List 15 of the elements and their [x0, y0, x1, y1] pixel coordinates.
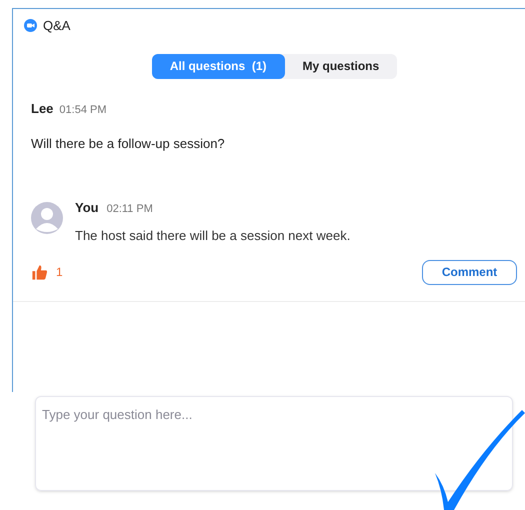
avatar-icon: [31, 202, 63, 234]
answer-text: The host said there will be a session next week.: [75, 227, 350, 245]
comment-button[interactable]: Comment: [422, 260, 517, 284]
timestamp: 02:11 PM: [106, 202, 153, 216]
tab[interactable]: My questions: [284, 54, 398, 78]
app-logo-icon: [24, 19, 37, 32]
author-name: Lee: [31, 100, 54, 118]
question-text: Will there be a follow-up session?: [31, 135, 226, 153]
timestamp: 01:54 PM: [59, 102, 106, 118]
question-input[interactable]: Type your question here...: [36, 396, 512, 490]
thumbs-up-icon[interactable]: [31, 264, 48, 280]
author-name: You: [75, 198, 99, 216]
window-title: Q&A: [43, 17, 70, 35]
tab[interactable]: All questions (1): [152, 54, 284, 78]
like-count: 1: [56, 264, 63, 281]
